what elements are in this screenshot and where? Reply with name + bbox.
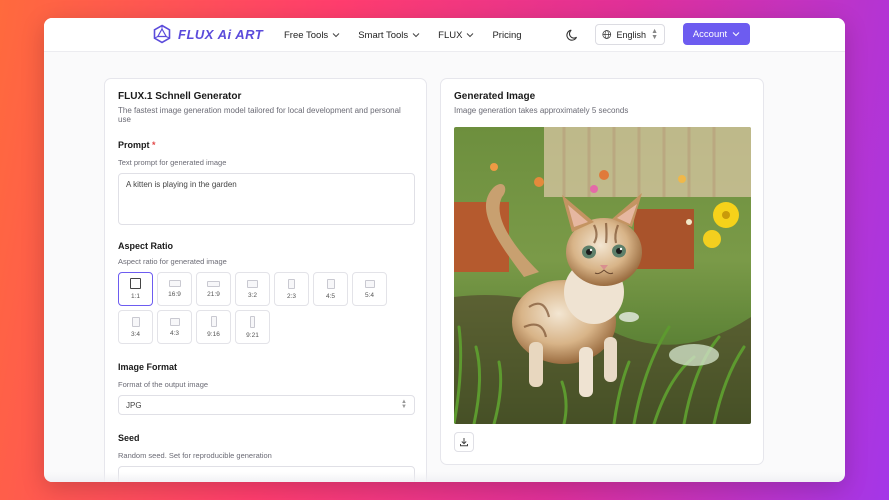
logo-text: FLUX Ai ART	[178, 26, 264, 42]
prompt-label-text: Prompt	[118, 140, 150, 150]
ratio-label: 9:21	[246, 331, 259, 339]
select-arrows-icon: ▲ ▼	[651, 27, 658, 41]
aspect-ratio-help: Aspect ratio for generated image	[118, 257, 227, 266]
nav-item-pricing[interactable]: Pricing	[492, 30, 521, 41]
nav-item-label: FLUX	[438, 29, 463, 41]
moon-icon[interactable]	[565, 27, 581, 43]
ratio-option-1-1[interactable]: 1:1	[118, 272, 153, 306]
ratio-option-9-21[interactable]: 9:21	[235, 310, 270, 344]
download-icon	[460, 438, 468, 447]
ratio-option-21-9[interactable]: 21:9	[196, 272, 231, 306]
prompt-section: Prompt * Text prompt for generated image…	[118, 140, 415, 225]
required-mark: *	[152, 140, 156, 150]
ratio-label: 1:1	[130, 293, 141, 300]
image-format-section: Image Format Format of the output image …	[118, 362, 415, 415]
ratio-label: 3:4	[130, 330, 141, 338]
ratio-label: 4:5	[325, 292, 336, 300]
image-format-help: Format of the output image	[118, 380, 209, 389]
nav-item-free-tools[interactable]: Free Tools	[284, 30, 340, 41]
ratio-shape-icon	[364, 279, 375, 288]
output-title: Generated Image	[454, 91, 536, 102]
main-nav: Free Tools Smart Tools FLUX Pricing	[284, 18, 522, 52]
aspect-ratio-options: 1:1 16:9 21:9 3:2 2:3 4:5 5:4 3:4 4:3 9:…	[118, 272, 418, 344]
ratio-label: 4:3	[169, 329, 180, 337]
account-button[interactable]: Account	[683, 23, 750, 45]
language-select[interactable]: English ▲ ▼	[595, 24, 665, 45]
brand-logo[interactable]: FLUX Ai ART	[152, 24, 263, 44]
ratio-label: 21:9	[207, 290, 220, 298]
app-window: FLUX Ai ART Free Tools Smart Tools FLUX …	[44, 18, 845, 482]
chevron-down-icon	[332, 33, 340, 38]
top-navigation-bar: FLUX Ai ART Free Tools Smart Tools FLUX …	[44, 18, 845, 52]
download-button[interactable]	[454, 432, 474, 452]
seed-help: Random seed. Set for reproducible genera…	[118, 451, 272, 460]
ratio-shape-icon	[168, 280, 181, 287]
ratio-shape-icon	[131, 316, 140, 327]
nav-item-smart-tools[interactable]: Smart Tools	[358, 30, 420, 41]
chevron-down-icon	[732, 32, 740, 37]
output-subtitle: Image generation takes approximately 5 s…	[454, 106, 629, 115]
ratio-label: 16:9	[168, 291, 181, 298]
output-card: Generated Image Image generation takes a…	[440, 78, 764, 465]
seed-label: Seed	[118, 433, 140, 443]
ratio-shape-icon	[130, 278, 141, 289]
bottom-fade	[44, 472, 845, 482]
ratio-shape-icon	[210, 316, 217, 327]
ratio-label: 2:3	[286, 292, 297, 300]
account-label: Account	[692, 28, 728, 40]
generated-image	[454, 127, 751, 424]
ratio-label: 9:16	[207, 331, 220, 338]
prompt-input[interactable]: A kitten is playing in the garden	[118, 173, 415, 225]
ratio-shape-icon	[250, 315, 255, 328]
chevron-down-icon	[412, 33, 420, 38]
generator-title: FLUX.1 Schnell Generator	[118, 91, 242, 102]
select-arrows-icon: ▲ ▼	[401, 399, 407, 410]
prompt-help: Text prompt for generated image	[118, 158, 227, 167]
ratio-option-4-5[interactable]: 4:5	[313, 272, 348, 306]
ratio-option-9-16[interactable]: 9:16	[196, 310, 231, 344]
nav-item-flux[interactable]: FLUX	[438, 30, 474, 41]
ratio-option-16-9[interactable]: 16:9	[157, 272, 192, 306]
ratio-option-2-3[interactable]: 2:3	[274, 272, 309, 306]
generator-subtitle: The fastest image generation model tailo…	[118, 106, 401, 124]
prompt-label: Prompt *	[118, 140, 413, 150]
ratio-option-4-3[interactable]: 4:3	[157, 310, 192, 344]
globe-icon	[602, 30, 612, 39]
generator-card: FLUX.1 Schnell Generator The fastest ima…	[104, 78, 427, 482]
ratio-option-5-4[interactable]: 5:4	[352, 272, 387, 306]
ratio-label: 5:4	[364, 291, 375, 299]
logo-icon	[153, 24, 171, 44]
image-format-select[interactable]: JPG ▲ ▼	[118, 395, 415, 415]
ratio-shape-icon	[169, 317, 180, 326]
ratio-option-3-4[interactable]: 3:4	[118, 310, 153, 344]
image-format-value: JPG	[126, 400, 142, 410]
chevron-down-icon	[467, 33, 474, 38]
ratio-shape-icon	[207, 280, 220, 287]
nav-item-label: Smart Tools	[358, 29, 409, 41]
language-label: English	[616, 29, 647, 40]
ratio-shape-icon	[288, 278, 295, 289]
ratio-shape-icon	[326, 278, 335, 289]
nav-item-label: Pricing	[492, 29, 522, 41]
aspect-ratio-label: Aspect Ratio	[118, 241, 174, 251]
nav-item-label: Free Tools	[284, 29, 329, 41]
ratio-shape-icon	[247, 279, 258, 288]
image-format-label: Image Format	[118, 362, 178, 372]
ratio-label: 3:2	[247, 291, 258, 299]
ratio-option-3-2[interactable]: 3:2	[235, 272, 270, 306]
aspect-ratio-section: Aspect Ratio Aspect ratio for generated …	[118, 241, 413, 344]
